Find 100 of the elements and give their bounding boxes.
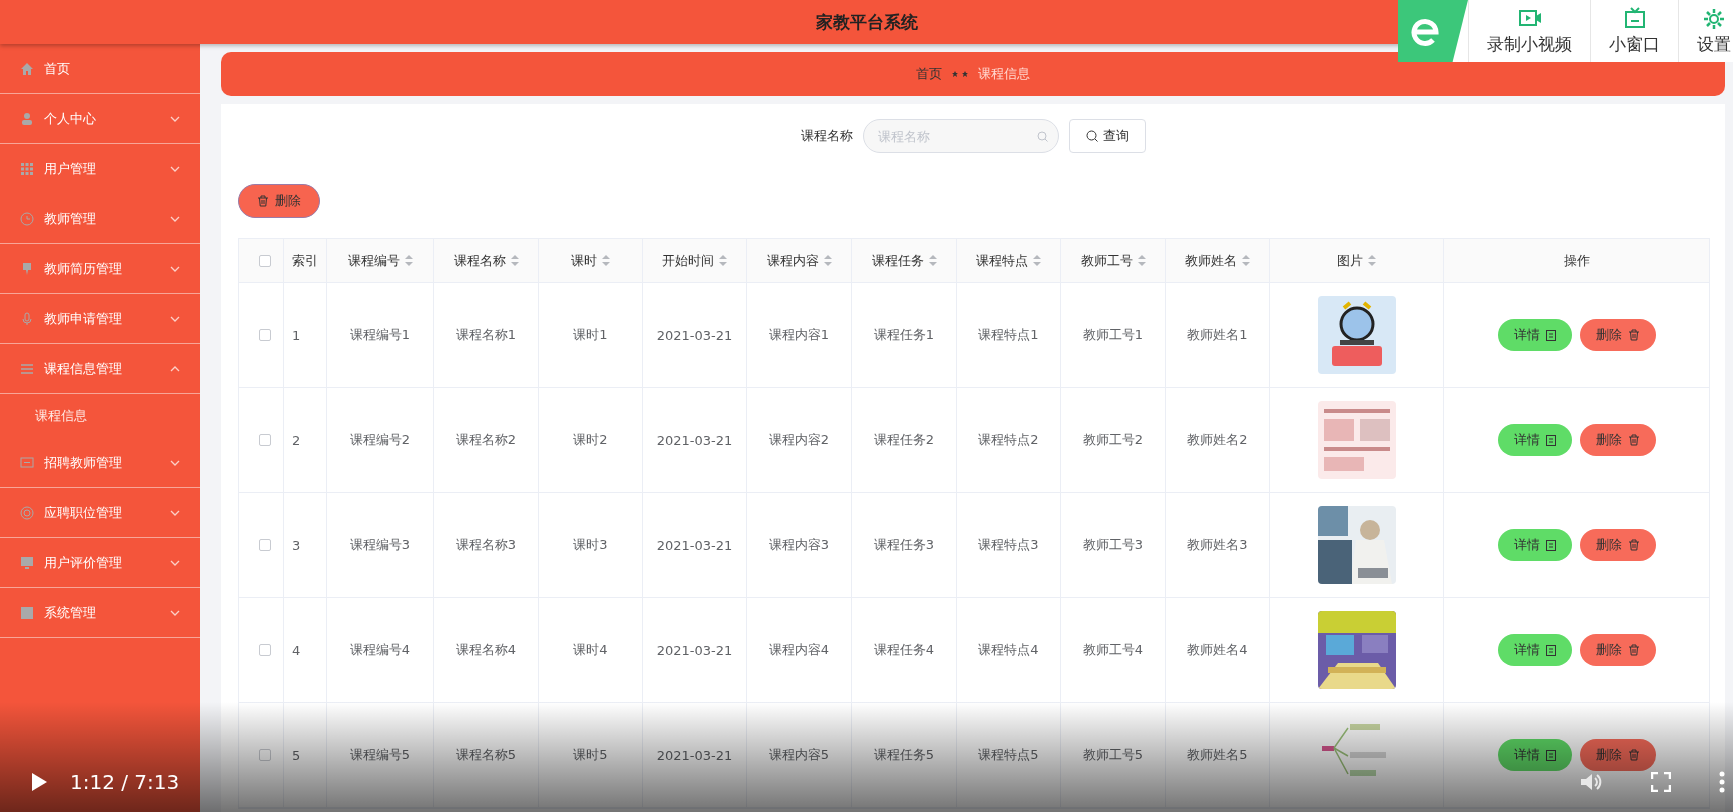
table-cell: 1 <box>292 327 301 343</box>
sidebar-item[interactable]: 首页 <box>0 44 200 94</box>
column-header[interactable]: 课程编号 <box>347 251 413 270</box>
sidebar-item[interactable]: 应聘职位管理 <box>0 488 200 538</box>
trash-icon <box>1627 749 1640 761</box>
table-cell: 课程编号5 <box>349 746 411 764</box>
delete-button[interactable]: 删除 <box>238 184 320 218</box>
checkbox[interactable] <box>259 539 271 551</box>
column-header[interactable]: 课时 <box>571 251 610 270</box>
breadcrumb-link[interactable]: 首页 <box>916 65 942 83</box>
column-header[interactable]: 教师工号 <box>1080 251 1146 270</box>
table-cell: 课程任务2 <box>873 431 935 449</box>
delete-button[interactable]: 删除 <box>1579 529 1656 561</box>
table-cell: 课程编号4 <box>349 641 411 659</box>
sidebar-item[interactable]: 教师简历管理 <box>0 244 200 294</box>
table-cell: 2021-03-21 <box>656 747 733 763</box>
table-cell: 教师工号3 <box>1082 536 1144 554</box>
table-cell: 课程内容2 <box>768 431 830 449</box>
document-icon <box>1545 539 1556 551</box>
details-button[interactable]: 详情 <box>1497 424 1572 456</box>
table-cell: 课程编号1 <box>349 326 411 344</box>
table-cell: 教师工号1 <box>1082 326 1144 344</box>
more-icon[interactable] <box>1719 771 1725 793</box>
column-header[interactable]: 课程任务 <box>871 251 937 270</box>
table-cell: 课程任务1 <box>873 326 935 344</box>
clock-icon <box>20 211 34 226</box>
trash-icon <box>1627 644 1640 656</box>
sidebar-item[interactable]: 招聘教师管理 <box>0 438 200 488</box>
search-icon <box>1085 130 1098 142</box>
column-header[interactable]: 课程特点 <box>976 251 1041 270</box>
trash-icon <box>1627 539 1640 551</box>
sort-icon <box>1033 255 1041 266</box>
column-header[interactable]: 开始时间 <box>662 251 727 270</box>
breadcrumb-link[interactable]: 课程信息 <box>978 65 1030 83</box>
pin-icon <box>20 261 34 276</box>
sidebar-item[interactable]: 教师申请管理 <box>0 294 200 344</box>
sort-icon <box>823 255 832 266</box>
sidebar-item[interactable]: 系统管理 <box>0 588 200 638</box>
submenu-item[interactable]: 课程信息 <box>0 394 200 438</box>
time-display: 1:12 / 7:13 <box>70 770 180 794</box>
sort-icon <box>719 255 727 266</box>
checkbox[interactable] <box>259 644 271 656</box>
table-cell: 教师工号4 <box>1082 641 1144 659</box>
table-cell: 4 <box>292 642 301 658</box>
square-icon <box>20 605 34 620</box>
sort-icon <box>602 255 610 266</box>
table-cell: 教师工号5 <box>1082 746 1144 764</box>
table-cell: 3 <box>292 537 301 553</box>
person-icon <box>20 111 34 126</box>
table-cell: 课时2 <box>573 431 608 449</box>
checkbox[interactable] <box>259 434 271 446</box>
column-header[interactable]: 教师姓名 <box>1185 251 1250 270</box>
document-icon <box>1545 434 1556 446</box>
fullscreen-icon[interactable] <box>1651 772 1671 792</box>
column-header: 操作 <box>1563 251 1590 270</box>
table-cell: 课程任务5 <box>873 746 935 764</box>
toolbar-button[interactable]: 小窗口 <box>1590 0 1678 62</box>
app-title: 家教平台系统 <box>815 10 918 34</box>
table-cell: 课程编号3 <box>349 536 411 554</box>
details-button[interactable]: 详情 <box>1497 634 1572 666</box>
table-cell: 2021-03-21 <box>656 642 733 658</box>
toolbar-button[interactable]: 设置 <box>1678 0 1733 62</box>
delete-button[interactable]: 删除 <box>1579 634 1656 666</box>
checkbox[interactable] <box>259 329 271 341</box>
monitor-icon <box>20 555 34 570</box>
sidebar-item[interactable]: 课程信息管理 <box>0 344 200 394</box>
table-cell: 课程名称4 <box>455 641 517 659</box>
home-icon <box>20 61 34 76</box>
sidebar-item[interactable]: 教师管理 <box>0 194 200 244</box>
table-cell: 课程内容3 <box>768 536 830 554</box>
table-cell: 课程名称5 <box>455 746 517 764</box>
search-button[interactable]: 查询 <box>1068 119 1146 153</box>
table-cell: 课程任务3 <box>873 536 935 554</box>
table-cell: 课程名称1 <box>455 326 517 344</box>
details-button[interactable]: 详情 <box>1497 319 1572 351</box>
toolbar-button[interactable]: 录制小视频 <box>1468 0 1590 62</box>
target-icon <box>20 505 34 520</box>
table-cell: 教师工号2 <box>1082 431 1144 449</box>
trash-icon <box>1627 329 1640 341</box>
trash-icon <box>257 195 269 207</box>
delete-button[interactable]: 删除 <box>1579 739 1656 771</box>
checkbox[interactable] <box>259 254 271 267</box>
table-cell: 2 <box>292 432 301 448</box>
search-icon <box>1036 131 1048 142</box>
details-button[interactable]: 详情 <box>1497 529 1572 561</box>
table-cell: 课程编号2 <box>349 431 411 449</box>
column-header[interactable]: 课程名称 <box>453 251 519 270</box>
table-cell: 教师姓名4 <box>1187 641 1248 659</box>
browser-logo-icon <box>1410 16 1440 46</box>
details-button[interactable]: 详情 <box>1497 739 1572 771</box>
sidebar-item[interactable]: 个人中心 <box>0 94 200 144</box>
column-header[interactable]: 课程内容 <box>766 251 832 270</box>
table-cell: 课程内容1 <box>768 326 830 344</box>
checkbox[interactable] <box>259 749 271 761</box>
column-header[interactable]: 图片 <box>1337 251 1376 270</box>
sidebar-item[interactable]: 用户评价管理 <box>0 538 200 588</box>
settings-icon <box>1702 6 1726 29</box>
sidebar-item[interactable]: 用户管理 <box>0 144 200 194</box>
delete-button[interactable]: 删除 <box>1579 424 1656 456</box>
delete-button[interactable]: 删除 <box>1579 319 1656 351</box>
